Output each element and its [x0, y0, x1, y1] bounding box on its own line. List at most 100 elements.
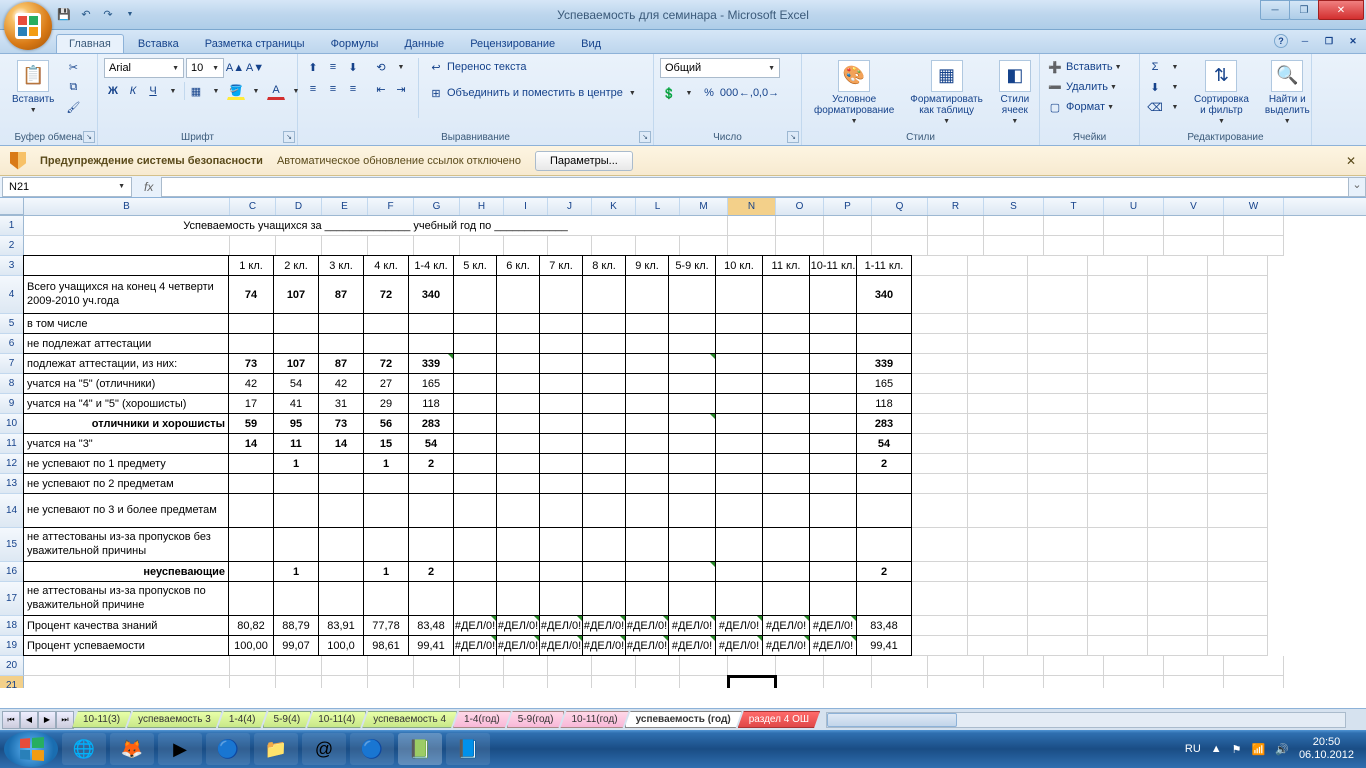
tab-insert[interactable]: Вставка: [126, 35, 191, 53]
cell[interactable]: [318, 313, 364, 334]
cell[interactable]: [453, 353, 497, 374]
cell[interactable]: [968, 636, 1028, 656]
cell[interactable]: [1088, 434, 1148, 454]
cell[interactable]: 99,41: [856, 635, 912, 656]
cell[interactable]: [539, 413, 583, 434]
cell[interactable]: [460, 676, 504, 688]
cell[interactable]: [809, 393, 857, 414]
cell[interactable]: [1164, 216, 1224, 236]
cell[interactable]: [1164, 236, 1224, 256]
cell[interactable]: [728, 656, 776, 676]
row-header[interactable]: 3: [0, 256, 24, 276]
cell[interactable]: 87: [318, 353, 364, 374]
cell[interactable]: [496, 561, 540, 582]
cell[interactable]: [1224, 656, 1284, 676]
cell[interactable]: [715, 473, 763, 494]
row-header[interactable]: 7: [0, 354, 24, 374]
cell[interactable]: [809, 313, 857, 334]
cell[interactable]: 339: [408, 353, 454, 374]
cell[interactable]: [928, 656, 984, 676]
cell[interactable]: [912, 434, 968, 454]
format-table-button[interactable]: ▦Форматировать как таблицу▼: [904, 58, 989, 128]
cell[interactable]: 340: [408, 275, 454, 314]
cell[interactable]: [1028, 374, 1088, 394]
tab-nav-first-icon[interactable]: ⏮: [2, 711, 20, 729]
cell[interactable]: Процент качества знаний: [23, 615, 229, 636]
cell[interactable]: [1028, 454, 1088, 474]
cell[interactable]: [408, 313, 454, 334]
cell[interactable]: учатся на "4" и "5" (хорошисты): [23, 393, 229, 414]
cell[interactable]: [1088, 474, 1148, 494]
cell[interactable]: [1224, 216, 1284, 236]
cell[interactable]: 3 кл.: [318, 255, 364, 276]
cell[interactable]: [968, 374, 1028, 394]
cell[interactable]: [228, 581, 274, 616]
cell[interactable]: #ДЕЛ/0!: [582, 615, 626, 636]
cell[interactable]: [968, 414, 1028, 434]
col-header-I[interactable]: I: [504, 198, 548, 215]
cell[interactable]: [460, 656, 504, 676]
undo-icon[interactable]: ↶: [78, 7, 94, 23]
cell[interactable]: 2: [856, 561, 912, 582]
cell[interactable]: [273, 581, 319, 616]
cell[interactable]: [809, 561, 857, 582]
decrease-indent-icon[interactable]: ⇤: [372, 80, 390, 98]
row-header[interactable]: 4: [0, 276, 24, 314]
cell[interactable]: 73: [318, 413, 364, 434]
cell[interactable]: [592, 676, 636, 688]
cell[interactable]: [1224, 236, 1284, 256]
cell[interactable]: [968, 562, 1028, 582]
comma-icon[interactable]: 000: [720, 84, 738, 102]
cell[interactable]: #ДЕЛ/0!: [668, 635, 716, 656]
cell[interactable]: [496, 433, 540, 454]
sheet-tab[interactable]: 5-9(4): [263, 711, 312, 728]
sheet-tab[interactable]: успеваемость 3: [127, 711, 222, 728]
row-header[interactable]: 19: [0, 636, 24, 656]
cell[interactable]: [582, 493, 626, 528]
cell[interactable]: [1148, 414, 1208, 434]
cell[interactable]: 17: [228, 393, 274, 414]
cell[interactable]: [968, 474, 1028, 494]
cell[interactable]: #ДЕЛ/0!: [762, 615, 810, 636]
cell[interactable]: [408, 473, 454, 494]
cell[interactable]: 5-9 кл.: [668, 255, 716, 276]
cell[interactable]: [809, 473, 857, 494]
cell[interactable]: [968, 528, 1028, 562]
align-bottom-icon[interactable]: ⬇: [344, 58, 362, 76]
cell[interactable]: [582, 413, 626, 434]
cell[interactable]: [668, 313, 716, 334]
app-restore-icon[interactable]: ❐: [1322, 34, 1336, 48]
col-header-B[interactable]: B: [24, 198, 230, 215]
cell[interactable]: [912, 454, 968, 474]
cell[interactable]: [1148, 374, 1208, 394]
cell[interactable]: [1088, 616, 1148, 636]
cell[interactable]: [1208, 454, 1268, 474]
cell[interactable]: [715, 433, 763, 454]
taskbar-skype-icon[interactable]: 🔵: [350, 733, 394, 765]
maximize-button[interactable]: ❐: [1289, 0, 1319, 20]
tab-view[interactable]: Вид: [569, 35, 613, 53]
cell[interactable]: [496, 373, 540, 394]
cell[interactable]: [228, 493, 274, 528]
cell[interactable]: [912, 374, 968, 394]
row-header[interactable]: 11: [0, 434, 24, 454]
cell[interactable]: [582, 527, 626, 562]
increase-decimal-icon[interactable]: ←,0: [740, 84, 758, 102]
cell[interactable]: [1148, 434, 1208, 454]
col-header-R[interactable]: R: [928, 198, 984, 215]
cell[interactable]: [625, 333, 669, 354]
taskbar-explorer-icon[interactable]: 📁: [254, 733, 298, 765]
cell[interactable]: [1148, 354, 1208, 374]
cell[interactable]: 1: [363, 453, 409, 474]
cell[interactable]: [230, 656, 276, 676]
cell[interactable]: [539, 393, 583, 414]
col-header-O[interactable]: O: [776, 198, 824, 215]
cell[interactable]: [762, 527, 810, 562]
tab-home[interactable]: Главная: [56, 34, 124, 53]
cell[interactable]: [453, 493, 497, 528]
cell[interactable]: [1208, 394, 1268, 414]
cell[interactable]: [273, 313, 319, 334]
cell[interactable]: 74: [228, 275, 274, 314]
cell[interactable]: [453, 581, 497, 616]
cell[interactable]: [1028, 394, 1088, 414]
